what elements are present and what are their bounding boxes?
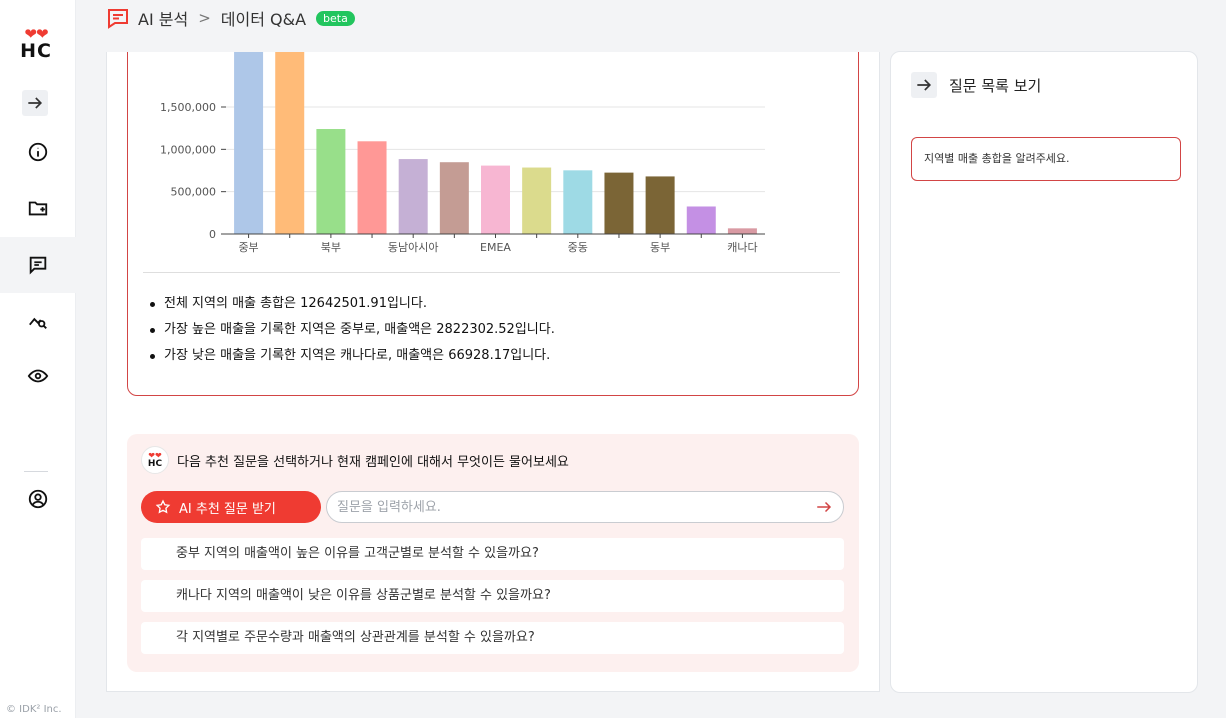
bar [645, 176, 675, 234]
x-tick-label: 중부 [238, 241, 258, 254]
suggestion-panel: ❤❤ HC 다음 추천 질문을 선택하거나 현재 캠페인에 대해서 무엇이든 물… [127, 434, 859, 672]
suggested-question[interactable]: 각 지역별로 주문수량과 매출액의 상관관계를 분석할 수 있을까요? [141, 622, 844, 654]
send-button[interactable] [815, 498, 835, 516]
sidebar-item-info[interactable] [0, 124, 76, 180]
ai-recommend-label: AI 추천 질문 받기 [179, 501, 276, 517]
bar [522, 167, 552, 234]
sidebar: ❤❤ HC © IDK² Inc. [0, 0, 76, 718]
sidebar-item-analysis[interactable] [0, 293, 76, 349]
sales-by-region-bar-chart: 0 500,000 1,000,000 1,500,000 중부 북부 동남아시아 EMEA 중… [160, 52, 765, 254]
folder-plus-icon [28, 201, 48, 216]
question-list-title: 질문 목록 보기 [949, 76, 1042, 95]
question-list-panel: 질문 목록 보기 지역별 매출 총합을 알려주세요. [890, 51, 1198, 693]
assistant-avatar: ❤❤ HC [141, 446, 169, 474]
y-tick-label: 0 [209, 228, 216, 241]
chat-icon [29, 256, 47, 275]
bar [234, 52, 264, 234]
arrow-right-icon [911, 72, 937, 98]
suggestion-prompt: 다음 추천 질문을 선택하거나 현재 캠페인에 대해서 무엇이든 물어보세요 [177, 454, 569, 470]
bar [563, 170, 593, 234]
chat-icon [106, 6, 130, 30]
eye-icon [27, 369, 49, 383]
answer-card: 0 500,000 1,000,000 1,500,000 중부 북부 동남아시아 EMEA 중… [127, 52, 859, 396]
bar [604, 172, 634, 234]
info-icon [28, 142, 48, 162]
x-tick-label: 캐나다 [727, 241, 757, 254]
user-circle-icon [28, 489, 48, 509]
bar [481, 165, 510, 234]
x-tick-label: 중동 [568, 241, 588, 254]
answer-bullet: 전체 지역의 매출 총합은 12642501.91입니다. [148, 291, 555, 317]
bar [398, 159, 428, 234]
sidebar-item-view[interactable] [0, 348, 76, 404]
y-tick-label: 1,000,000 [160, 143, 216, 156]
expand-sidebar-button[interactable] [22, 90, 48, 116]
y-tick-label: 500,000 [171, 186, 217, 199]
chart-search-icon [29, 317, 47, 329]
brand-logo[interactable]: ❤❤ HC [16, 27, 56, 67]
x-tick-label: EMEA [480, 241, 511, 254]
question-history-item[interactable]: 지역별 매출 총합을 알려주세요. [911, 137, 1181, 181]
y-tick-label: 1,500,000 [160, 101, 216, 114]
ai-recommend-button[interactable]: AI 추천 질문 받기 [141, 491, 321, 523]
suggested-question[interactable]: 중부 지역의 매출액이 높은 이유를 고객군별로 분석할 수 있을까요? [141, 538, 844, 570]
x-tick-label: 북부 [321, 241, 341, 254]
chevron-right-icon: > [198, 9, 211, 27]
breadcrumb-section[interactable]: AI 분석 [138, 6, 188, 30]
answer-divider [143, 272, 840, 273]
bar [727, 228, 757, 234]
sidebar-item-account[interactable] [0, 471, 76, 527]
suggested-question[interactable]: 캐나다 지역의 매출액이 낮은 이유를 상품군별로 분석할 수 있을까요? [141, 580, 844, 612]
logo-heart-mark: ❤❤ [24, 25, 48, 43]
answer-summary-list: 전체 지역의 매출 총합은 12642501.91입니다. 가장 높은 매출을 … [148, 291, 555, 369]
arrow-right-icon [817, 501, 832, 513]
sidebar-item-add-folder[interactable] [0, 180, 76, 236]
beta-badge: beta [316, 10, 355, 26]
question-list-header[interactable]: 질문 목록 보기 [911, 72, 1041, 98]
sidebar-item-data-qa[interactable] [0, 237, 76, 293]
question-input[interactable] [337, 492, 807, 522]
qa-main-panel: 0 500,000 1,000,000 1,500,000 중부 북부 동남아시아 EMEA 중… [106, 52, 880, 692]
page-header: AI 분석 > 데이터 Q&A beta [106, 5, 355, 31]
page-title: 데이터 Q&A [220, 10, 307, 29]
star-icon [155, 499, 171, 514]
copyright-text: © IDK² Inc. [6, 704, 62, 715]
bar [275, 52, 305, 234]
bar [316, 129, 346, 234]
question-input-box [326, 491, 844, 523]
answer-bullet: 가장 낮은 매출을 기록한 지역은 캐나다로, 매출액은 66928.17입니다… [148, 343, 555, 369]
bar [686, 206, 716, 234]
arrow-right-icon [28, 97, 43, 109]
suggestion-header: ❤❤ HC 다음 추천 질문을 선택하거나 현재 캠페인에 대해서 무엇이든 물… [141, 446, 569, 474]
logo-text: HC [20, 40, 52, 62]
bar [357, 141, 387, 234]
x-tick-label: 동남아시아 [388, 241, 439, 254]
bar [439, 162, 469, 234]
x-tick-label: 동부 [650, 241, 670, 254]
answer-bullet: 가장 높은 매출을 기록한 지역은 중부로, 매출액은 2822302.52입니… [148, 317, 555, 343]
